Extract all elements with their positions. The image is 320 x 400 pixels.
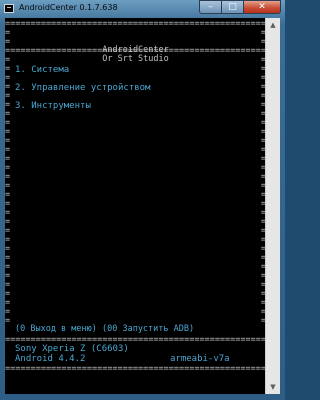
window-title: AndroidCenter 0.1.7.638 [19,3,118,12]
maximize-icon: □ [228,2,237,12]
console-area[interactable]: ========================================… [5,18,280,394]
border-side-left: = [5,316,11,326]
command-hint: (0 Выход в меню) (00 Запустить ADB) [15,324,195,334]
console-app-icon [4,4,14,13]
close-icon: ✕ [258,2,266,12]
border-bottom-line: ========================================… [5,365,266,374]
scroll-down-arrow-icon[interactable]: ▼ [266,380,280,394]
window-controls: – □ ✕ [199,0,281,14]
menu-item-device-management[interactable]: 2. Управление устройством [15,84,150,93]
border-side-left: = [5,37,11,47]
minimize-button[interactable]: – [199,0,221,14]
border-top-line: ========================================… [5,20,266,29]
vertical-scrollbar[interactable]: ▲ ▼ [265,18,280,394]
window-frame: AndroidCenter 0.1.7.638 – □ ✕ ==========… [0,0,285,400]
minimize-icon: – [208,2,213,12]
close-button[interactable]: ✕ [243,0,281,14]
menu-item-system[interactable]: 1. Система [15,66,69,75]
menu-item-tools[interactable]: 3. Инструменты [15,102,91,111]
maximize-button[interactable]: □ [221,0,243,14]
scroll-up-arrow-icon[interactable]: ▲ [266,18,280,32]
border-header-line: ========================================… [5,47,266,56]
android-version: Android 4.4.2 [15,354,86,364]
device-name: Sony Xperia Z (C6603) [15,344,129,354]
title-bar[interactable]: AndroidCenter 0.1.7.638 – □ ✕ [0,0,285,18]
cpu-abi: armeabi-v7a [170,354,230,364]
